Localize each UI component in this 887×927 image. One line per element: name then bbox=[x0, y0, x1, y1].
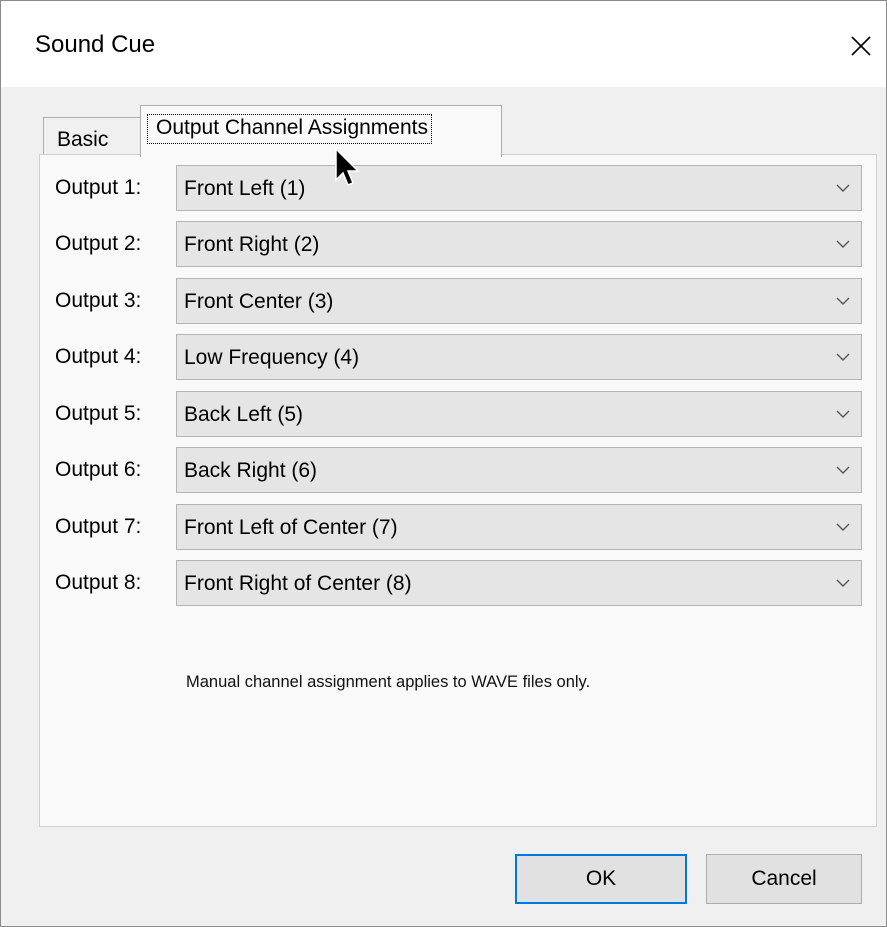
wave-files-note: Manual channel assignment applies to WAV… bbox=[186, 673, 591, 691]
chevron-down-icon bbox=[836, 353, 850, 361]
window-title: Sound Cue bbox=[35, 31, 156, 58]
tab-basic-label: Basic bbox=[57, 128, 109, 151]
output-7-select[interactable]: Front Left of Center (7) bbox=[176, 504, 862, 550]
title-bar: Sound Cue bbox=[1, 1, 886, 87]
output-row: Output 7: Front Left of Center (7) bbox=[40, 504, 878, 550]
output-4-select[interactable]: Low Frequency (4) bbox=[176, 334, 862, 380]
output-1-select[interactable]: Front Left (1) bbox=[176, 165, 862, 211]
output-label: Output 6: bbox=[55, 458, 142, 481]
chevron-down-icon bbox=[836, 297, 850, 305]
output-label: Output 1: bbox=[55, 176, 142, 199]
output-label: Output 5: bbox=[55, 402, 142, 425]
tab-output-channel-assignments[interactable]: Output Channel Assignments bbox=[140, 105, 502, 157]
output-2-value: Front Right (2) bbox=[184, 233, 320, 256]
output-7-value: Front Left of Center (7) bbox=[184, 516, 398, 539]
output-row: Output 5: Back Left (5) bbox=[40, 391, 878, 437]
output-row: Output 4: Low Frequency (4) bbox=[40, 334, 878, 380]
output-4-value: Low Frequency (4) bbox=[184, 346, 360, 369]
output-label: Output 2: bbox=[55, 232, 142, 255]
output-label: Output 4: bbox=[55, 345, 142, 368]
cancel-button[interactable]: Cancel bbox=[706, 854, 862, 904]
tab-basic[interactable]: Basic bbox=[43, 117, 143, 155]
output-row: Output 1: Front Left (1) bbox=[40, 165, 878, 211]
chevron-down-icon bbox=[836, 184, 850, 192]
mouse-pointer-icon bbox=[335, 147, 360, 186]
close-button[interactable] bbox=[836, 21, 886, 71]
output-label: Output 7: bbox=[55, 515, 142, 538]
output-8-value: Front Right of Center (8) bbox=[184, 572, 412, 595]
ok-button[interactable]: OK bbox=[515, 854, 687, 904]
output-6-select[interactable]: Back Right (6) bbox=[176, 447, 862, 493]
tab-output-channel-assignments-label: Output Channel Assignments bbox=[147, 114, 432, 144]
chevron-down-icon bbox=[836, 410, 850, 418]
chevron-down-icon bbox=[836, 240, 850, 248]
close-icon bbox=[851, 36, 871, 56]
chevron-down-icon bbox=[836, 466, 850, 474]
output-8-select[interactable]: Front Right of Center (8) bbox=[176, 560, 862, 606]
output-label: Output 3: bbox=[55, 289, 142, 312]
output-row: Output 6: Back Right (6) bbox=[40, 447, 878, 493]
output-3-select[interactable]: Front Center (3) bbox=[176, 278, 862, 324]
output-row: Output 2: Front Right (2) bbox=[40, 221, 878, 267]
tab-panel: Output 1: Front Left (1) Output 2: Front… bbox=[39, 154, 877, 827]
chevron-down-icon bbox=[836, 579, 850, 587]
output-5-select[interactable]: Back Left (5) bbox=[176, 391, 862, 437]
output-1-value: Front Left (1) bbox=[184, 177, 306, 200]
output-2-select[interactable]: Front Right (2) bbox=[176, 221, 862, 267]
output-6-value: Back Right (6) bbox=[184, 459, 318, 482]
output-3-value: Front Center (3) bbox=[184, 290, 334, 313]
chevron-down-icon bbox=[836, 523, 850, 531]
output-row: Output 3: Front Center (3) bbox=[40, 278, 878, 324]
output-label: Output 8: bbox=[55, 571, 142, 594]
sound-cue-dialog: Sound Cue Basic Output Channel Assignmen… bbox=[0, 0, 887, 927]
output-5-value: Back Left (5) bbox=[184, 403, 304, 426]
output-row: Output 8: Front Right of Center (8) bbox=[40, 560, 878, 606]
